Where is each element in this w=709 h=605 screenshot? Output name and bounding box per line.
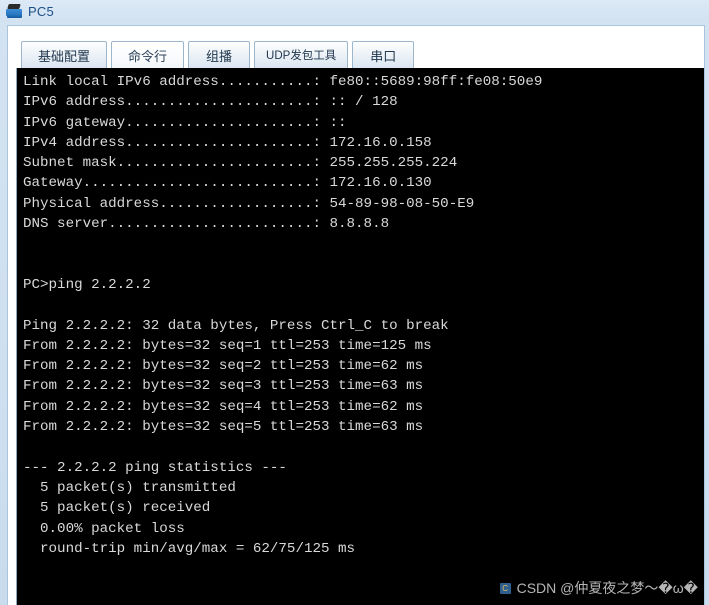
tab-label: 命令行	[128, 48, 168, 64]
tab-label: 组播	[206, 48, 233, 64]
title-bar: PC5	[0, 0, 709, 22]
pc-device-icon	[6, 3, 23, 19]
watermark-text: CSDN @仲夏夜之梦～�ω�	[516, 580, 698, 596]
tab-serial-port[interactable]: 串口	[352, 41, 415, 68]
client-panel: 基础配置 命令行 组播 UDP发包工具 串口 Link local IPv6 a…	[7, 25, 705, 605]
terminal-output: Link local IPv6 address...........: fe80…	[23, 74, 543, 557]
window-title: PC5	[28, 3, 54, 19]
tab-strip: 基础配置 命令行 组播 UDP发包工具 串口	[8, 26, 704, 68]
tab-label: 串口	[370, 48, 397, 64]
tab-multicast[interactable]: 组播	[188, 41, 251, 68]
tab-udp-packet-tool[interactable]: UDP发包工具	[254, 41, 349, 68]
tab-label: 基础配置	[38, 48, 91, 64]
csdn-watermark: C CSDN @仲夏夜之梦～�ω�	[499, 578, 698, 598]
tab-label: UDP发包工具	[266, 50, 337, 62]
tab-command-line[interactable]: 命令行	[111, 41, 185, 68]
tab-basic-config[interactable]: 基础配置	[21, 41, 108, 68]
csdn-logo-icon: C	[499, 582, 511, 594]
pc-console-window: PC5 基础配置 命令行 组播 UDP发包工具 串口 Link local IP…	[0, 0, 709, 605]
terminal-container: Link local IPv6 address...........: fe80…	[8, 68, 704, 605]
terminal-console[interactable]: Link local IPv6 address...........: fe80…	[16, 68, 704, 605]
